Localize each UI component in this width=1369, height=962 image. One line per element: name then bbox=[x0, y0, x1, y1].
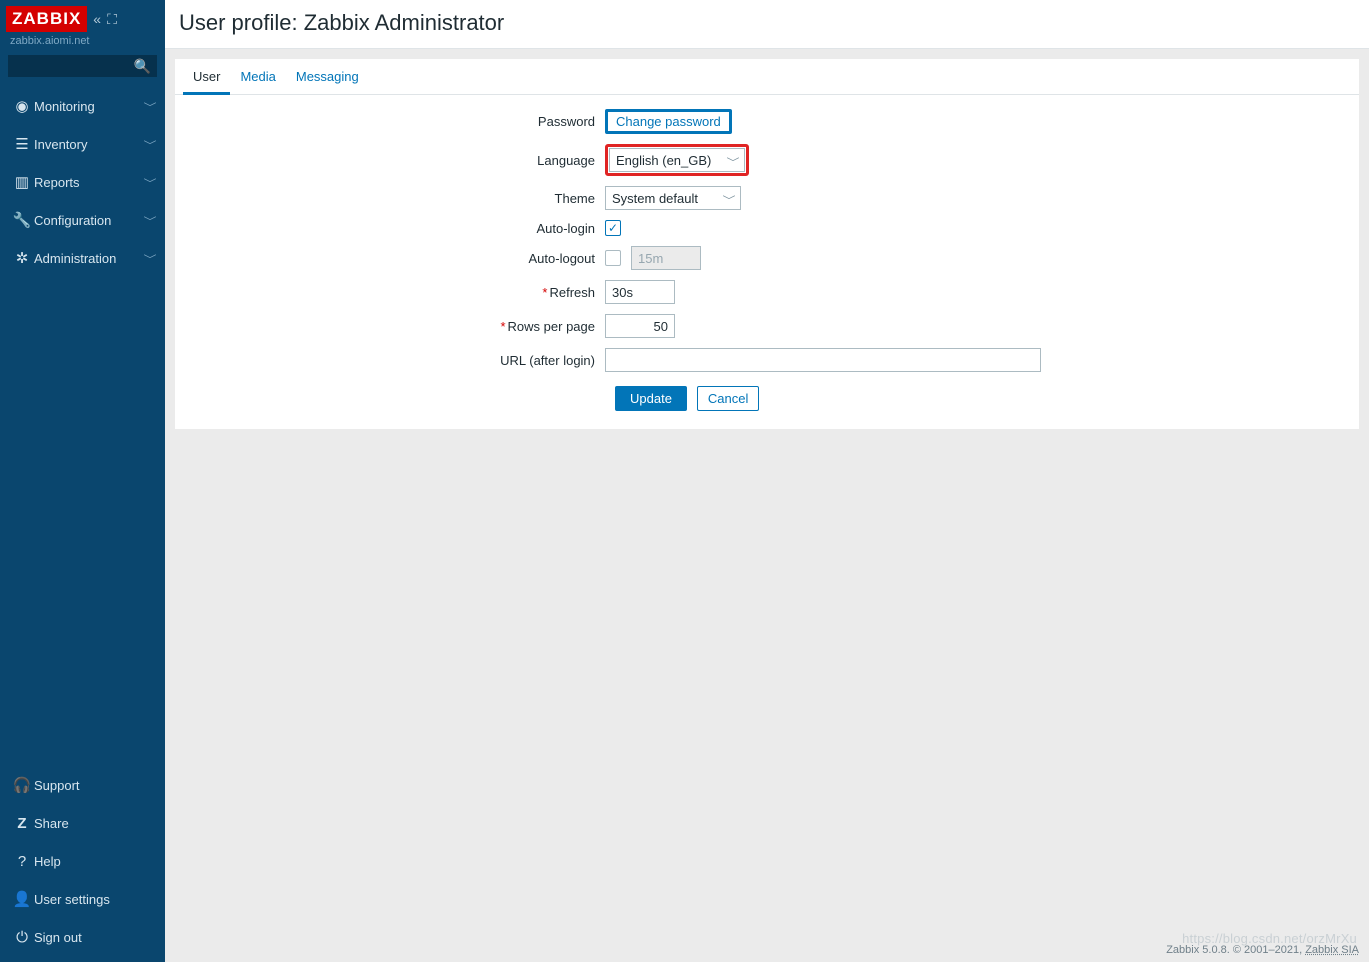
sidebar-item-configuration[interactable]: 🔧 Configuration ﹀ bbox=[0, 201, 165, 239]
label-rows-text: Rows per page bbox=[508, 319, 595, 334]
url-after-login-input[interactable] bbox=[605, 348, 1041, 372]
label-rows: *Rows per page bbox=[175, 319, 605, 334]
label-auto-logout: Auto-logout bbox=[175, 251, 605, 266]
sidebar-item-label: Sign out bbox=[34, 930, 155, 945]
change-password-button[interactable]: Change password bbox=[605, 109, 732, 134]
sidebar-item-reports[interactable]: ▥ Reports ﹀ bbox=[0, 163, 165, 201]
sidebar-item-administration[interactable]: ✲ Administration ﹀ bbox=[0, 239, 165, 277]
sidebar-item-label: Help bbox=[34, 854, 155, 869]
cancel-button[interactable]: Cancel bbox=[697, 386, 759, 411]
power-icon: ⏻ bbox=[10, 929, 34, 946]
footer: Zabbix 5.0.8. © 2001–2021, Zabbix SIA bbox=[165, 944, 1359, 956]
list-icon: ☰ bbox=[10, 135, 34, 153]
sidebar-item-label: Administration bbox=[34, 251, 145, 266]
chevron-down-icon: ﹀ bbox=[144, 251, 157, 266]
sidebar-item-label: Reports bbox=[34, 175, 145, 190]
chevron-down-icon: ﹀ bbox=[723, 192, 736, 207]
update-button[interactable]: Update bbox=[615, 386, 687, 411]
row-url: URL (after login) bbox=[175, 348, 1359, 372]
row-auto-logout: Auto-logout ✓ bbox=[175, 246, 1359, 270]
page-title: User profile: Zabbix Administrator bbox=[165, 0, 1369, 49]
sidebar-header: ZABBIX « ⛶ bbox=[0, 0, 165, 32]
sidebar-item-label: Support bbox=[34, 778, 155, 793]
chevron-down-icon: ﹀ bbox=[144, 99, 157, 114]
footer-link[interactable]: Zabbix SIA bbox=[1305, 944, 1359, 956]
wrench-icon: 🔧 bbox=[10, 211, 34, 229]
row-auto-login: Auto-login ✓ bbox=[175, 220, 1359, 236]
label-theme: Theme bbox=[175, 191, 605, 206]
host-label: zabbix.aiomi.net bbox=[0, 32, 165, 55]
tab-media[interactable]: Media bbox=[230, 59, 285, 94]
sidebar-item-label: Inventory bbox=[34, 137, 145, 152]
tab-messaging[interactable]: Messaging bbox=[286, 59, 369, 94]
chevron-down-icon: ﹀ bbox=[144, 175, 157, 190]
zabbix-logo[interactable]: ZABBIX bbox=[6, 6, 87, 32]
chevron-down-icon: ﹀ bbox=[144, 213, 157, 228]
sidebar-item-label: Configuration bbox=[34, 213, 145, 228]
label-language: Language bbox=[175, 153, 605, 168]
headset-icon: 🎧 bbox=[10, 776, 34, 794]
sidebar-item-label: Share bbox=[34, 816, 155, 831]
rows-per-page-input[interactable] bbox=[605, 314, 675, 338]
auto-logout-input bbox=[631, 246, 701, 270]
share-icon: Z bbox=[10, 815, 34, 832]
refresh-input[interactable] bbox=[605, 280, 675, 304]
chart-icon: ▥ bbox=[10, 173, 34, 191]
language-select[interactable]: English (en_GB) ﹀ bbox=[609, 148, 745, 172]
tabs: User Media Messaging bbox=[175, 59, 1359, 95]
theme-select-value: System default bbox=[612, 191, 698, 206]
search-icon[interactable]: 🔍 bbox=[134, 58, 151, 75]
sidebar-item-help[interactable]: ? Help bbox=[0, 842, 165, 880]
sidebar-item-support[interactable]: 🎧 Support bbox=[0, 766, 165, 804]
fullscreen-icon[interactable]: ⛶ bbox=[107, 11, 117, 28]
footer-text: Zabbix 5.0.8. © 2001–2021, bbox=[1166, 944, 1305, 956]
chevron-down-icon: ﹀ bbox=[727, 154, 740, 169]
label-auto-login: Auto-login bbox=[175, 221, 605, 236]
sidebar-item-label: Monitoring bbox=[34, 99, 145, 114]
auto-login-checkbox[interactable]: ✓ bbox=[605, 220, 621, 236]
gear-icon: ✲ bbox=[10, 249, 34, 267]
user-form: Password Change password Language Englis… bbox=[175, 95, 1359, 429]
label-url: URL (after login) bbox=[175, 353, 605, 368]
language-highlight: English (en_GB) ﹀ bbox=[605, 144, 749, 176]
row-refresh: *Refresh bbox=[175, 280, 1359, 304]
sidebar-item-signout[interactable]: ⏻ Sign out bbox=[0, 918, 165, 956]
sidebar-item-monitoring[interactable]: ◉ Monitoring ﹀ bbox=[0, 87, 165, 125]
language-select-value: English (en_GB) bbox=[616, 153, 711, 168]
chevron-down-icon: ﹀ bbox=[144, 137, 157, 152]
label-refresh: *Refresh bbox=[175, 285, 605, 300]
row-rows: *Rows per page bbox=[175, 314, 1359, 338]
auto-logout-checkbox[interactable]: ✓ bbox=[605, 250, 621, 266]
sidebar-search: 🔍 bbox=[8, 55, 157, 77]
sidebar-nav: ◉ Monitoring ﹀ ☰ Inventory ﹀ ▥ Reports ﹀… bbox=[0, 87, 165, 277]
help-icon: ? bbox=[10, 853, 34, 870]
sidebar-item-share[interactable]: Z Share bbox=[0, 804, 165, 842]
sidebar-item-user-settings[interactable]: 👤 User settings bbox=[0, 880, 165, 918]
collapse-sidebar-icon[interactable]: « bbox=[93, 11, 101, 27]
form-actions: Update Cancel bbox=[175, 386, 1359, 411]
main: User profile: Zabbix Administrator User … bbox=[165, 0, 1369, 962]
sidebar: ZABBIX « ⛶ zabbix.aiomi.net 🔍 ◉ Monitori… bbox=[0, 0, 165, 962]
eye-icon: ◉ bbox=[10, 97, 34, 115]
row-password: Password Change password bbox=[175, 109, 1359, 134]
row-theme: Theme System default ﹀ bbox=[175, 186, 1359, 210]
sidebar-item-label: User settings bbox=[34, 892, 155, 907]
tab-user[interactable]: User bbox=[183, 59, 230, 95]
user-icon: 👤 bbox=[10, 890, 34, 908]
sidebar-bottom: 🎧 Support Z Share ? Help 👤 User settings… bbox=[0, 766, 165, 962]
row-language: Language English (en_GB) ﹀ bbox=[175, 144, 1359, 176]
content-panel: User Media Messaging Password Change pas… bbox=[175, 59, 1359, 429]
label-password: Password bbox=[175, 114, 605, 129]
theme-select[interactable]: System default ﹀ bbox=[605, 186, 741, 210]
sidebar-item-inventory[interactable]: ☰ Inventory ﹀ bbox=[0, 125, 165, 163]
label-refresh-text: Refresh bbox=[549, 285, 595, 300]
